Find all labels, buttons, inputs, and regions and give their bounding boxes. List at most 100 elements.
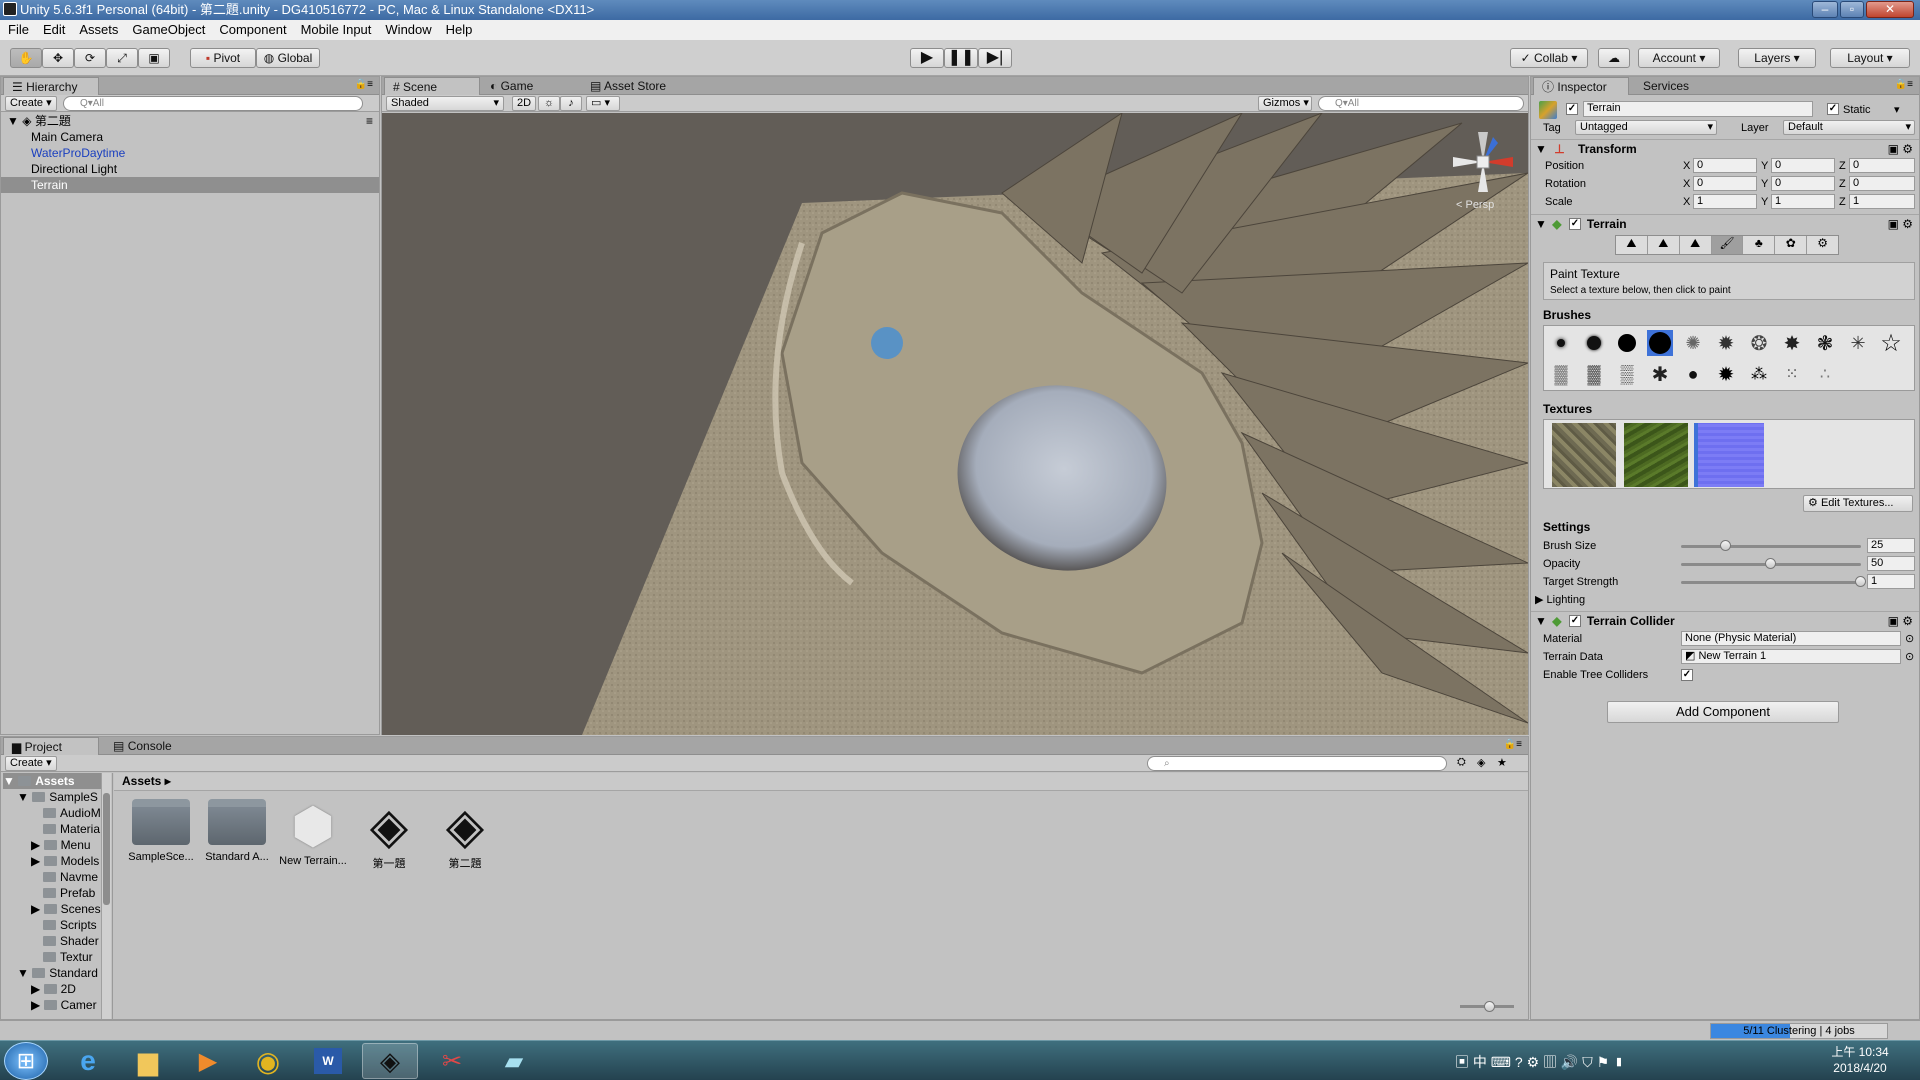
ime-indicator[interactable]: 中 (1473, 1054, 1487, 1070)
tray-shield-icon[interactable]: ⛉ (1582, 1054, 1593, 1070)
position-y-field[interactable]: 0 (1771, 158, 1835, 173)
tray-volume-icon[interactable]: 🔊 (1561, 1054, 1578, 1070)
tree-colliders-checkbox[interactable]: ✓ (1681, 669, 1693, 681)
cloud-button[interactable]: ☁ (1598, 48, 1630, 68)
terrain-collider-header[interactable]: ▼ ◆ ✓ Terrain Collider ▣ ⚙ (1531, 611, 1919, 629)
tray-power-icon[interactable]: ▮ (1613, 1054, 1624, 1070)
effects-dropdown[interactable]: ▭ ▾ (586, 96, 620, 111)
menu-assets[interactable]: Assets (71, 20, 124, 40)
panel-menu-icon[interactable]: 🔒≡ (1504, 739, 1522, 750)
tree-item-models[interactable]: ▶ Models (31, 853, 99, 869)
project-create-dropdown[interactable]: Create ▾ (5, 756, 57, 771)
target-strength-slider-knob[interactable] (1855, 576, 1866, 587)
place-trees-tool-button[interactable]: ♣ (1743, 236, 1776, 254)
paint-height-tool-button[interactable]: ⛰ (1647, 236, 1680, 254)
scene-search-input[interactable]: Q▾All (1318, 96, 1524, 111)
account-dropdown[interactable]: Account ▾ (1638, 48, 1720, 68)
brush-soft-medium[interactable] (1581, 330, 1607, 356)
move-tool-button[interactable]: ✥ (42, 48, 74, 68)
layout-dropdown[interactable]: Layout ▾ (1830, 48, 1910, 68)
scene-viewport[interactable]: < Persp (382, 113, 1528, 735)
panel-menu-icon[interactable]: 🔒≡ (355, 79, 373, 90)
edit-textures-button[interactable]: ⚙ Edit Textures... (1803, 495, 1913, 512)
close-button[interactable]: ✕ (1866, 1, 1914, 18)
static-dropdown-icon[interactable]: ▾ (1894, 103, 1900, 117)
lighting-toggle[interactable]: ☼ (538, 96, 560, 111)
lighting-foldout[interactable]: ▶ Lighting (1535, 593, 1585, 607)
tree-item-2d[interactable]: ▶ 2D (31, 981, 76, 997)
hierarchy-item-main-camera[interactable]: Main Camera (1, 129, 379, 145)
scale-tool-button[interactable]: ⤢ (106, 48, 138, 68)
menu-gameobject[interactable]: GameObject (124, 20, 211, 40)
tray-keyboard-icon[interactable]: ⌨ (1491, 1054, 1511, 1070)
opacity-field[interactable]: 50 (1867, 556, 1915, 571)
asset-new-terrain[interactable]: ⬢ New Terrain... (278, 798, 348, 867)
brush-dots-3[interactable]: ∴ (1812, 361, 1838, 387)
collider-enabled-checkbox[interactable]: ✓ (1569, 615, 1581, 627)
brush-spark[interactable]: ✳ (1845, 330, 1871, 356)
target-strength-slider[interactable] (1681, 581, 1861, 584)
menu-edit[interactable]: Edit (35, 20, 71, 40)
brush-hard-large-selected[interactable] (1647, 330, 1673, 356)
menu-window[interactable]: Window (377, 20, 437, 40)
tree-item-audiomixers[interactable]: AudioM (43, 805, 101, 821)
brush-dots-1[interactable]: ⁂ (1746, 361, 1772, 387)
hand-tool-button[interactable]: ✋ (10, 48, 42, 68)
hierarchy-search-input[interactable]: Q▾All (63, 96, 363, 111)
hierarchy-item-terrain[interactable]: Terrain (1, 177, 379, 193)
brush-splatter-5[interactable]: ❃ (1812, 330, 1838, 356)
tag-dropdown[interactable]: Untagged ▾ (1575, 120, 1717, 135)
taskbar-snipping-tool[interactable]: ✂ (424, 1043, 480, 1079)
active-checkbox[interactable]: ✓ (1566, 103, 1578, 115)
tree-item-materials[interactable]: Materia (43, 821, 100, 837)
hierarchy-item-directional-light[interactable]: Directional Light (1, 161, 379, 177)
tab-asset-store[interactable]: ▤ Asset Store (582, 77, 702, 95)
tree-item-shaders[interactable]: Shader (43, 933, 99, 949)
rect-tool-button[interactable]: ▣ (138, 48, 170, 68)
asset-scene-1[interactable]: ◈ 第一題 (354, 798, 424, 871)
taskbar-media-player[interactable]: ▶ (180, 1043, 236, 1079)
rotation-y-field[interactable]: 0 (1771, 176, 1835, 191)
material-field[interactable]: None (Physic Material) (1681, 631, 1901, 646)
menu-help[interactable]: Help (438, 20, 479, 40)
brush-splatter-3[interactable]: ❂ (1746, 330, 1772, 356)
brush-dots-2[interactable]: ⁙ (1779, 361, 1805, 387)
brush-size-field[interactable]: 25 (1867, 538, 1915, 553)
tree-item-scripts[interactable]: Scripts (43, 917, 97, 933)
layers-dropdown[interactable]: Layers ▾ (1738, 48, 1816, 68)
brush-star[interactable]: ☆ (1878, 330, 1904, 357)
global-toggle[interactable]: ◍ Global (256, 48, 320, 68)
tray-app-icon[interactable]: ▣ (1455, 1054, 1469, 1070)
texture-grass-thumbnail[interactable] (1624, 423, 1688, 487)
taskbar-ie[interactable]: e (60, 1043, 116, 1079)
assets-breadcrumb[interactable]: Assets ▸ (114, 773, 1528, 791)
terrain-header[interactable]: ▼ ◆ ✓ Terrain ▣ ⚙ (1531, 214, 1919, 232)
favorites-star-icon[interactable]: ★ (1497, 756, 1507, 769)
tree-item-standard-assets[interactable]: ▼ Standard (17, 965, 98, 981)
collab-dropdown[interactable]: ✓ Collab ▾ (1510, 48, 1588, 68)
opacity-slider-knob[interactable] (1765, 558, 1776, 569)
add-component-button[interactable]: Add Component (1607, 701, 1839, 723)
component-settings-icon[interactable]: ▣ ⚙ (1888, 215, 1913, 233)
brush-grass-2[interactable]: ▓ (1581, 361, 1607, 387)
brush-blot-2[interactable]: ● (1680, 361, 1706, 387)
tray-settings-icon[interactable]: ⚙ (1527, 1054, 1540, 1070)
asset-folder-standard-assets[interactable]: Standard A... (202, 799, 272, 863)
object-picker-icon[interactable]: ⊙ (1905, 650, 1914, 664)
brush-grass-1[interactable]: ▓ (1548, 361, 1574, 387)
step-button[interactable]: ▶| (978, 48, 1012, 68)
persp-label[interactable]: < Persp (1456, 199, 1494, 211)
brush-splatter-4[interactable]: ✸ (1779, 330, 1805, 356)
tree-item-menu[interactable]: ▶ Menu (31, 837, 91, 853)
taskbar-clock[interactable]: 上午 10:34 2018/4/20 (1820, 1044, 1900, 1076)
texture-sand-thumbnail[interactable] (1552, 423, 1616, 487)
brush-splatter-1[interactable]: ✺ (1680, 330, 1706, 356)
component-settings-icon[interactable]: ▣ ⚙ (1888, 140, 1913, 158)
filter-type-icon[interactable]: ⛭ (1457, 756, 1466, 769)
brush-grass-3[interactable]: ▒ (1614, 361, 1640, 387)
target-strength-field[interactable]: 1 (1867, 574, 1915, 589)
rotation-x-field[interactable]: 0 (1693, 176, 1757, 191)
pivot-toggle[interactable]: ▪ Pivot (190, 48, 256, 68)
object-name-field[interactable]: Terrain (1583, 101, 1813, 117)
tree-item-prefabs[interactable]: Prefab (43, 885, 95, 901)
